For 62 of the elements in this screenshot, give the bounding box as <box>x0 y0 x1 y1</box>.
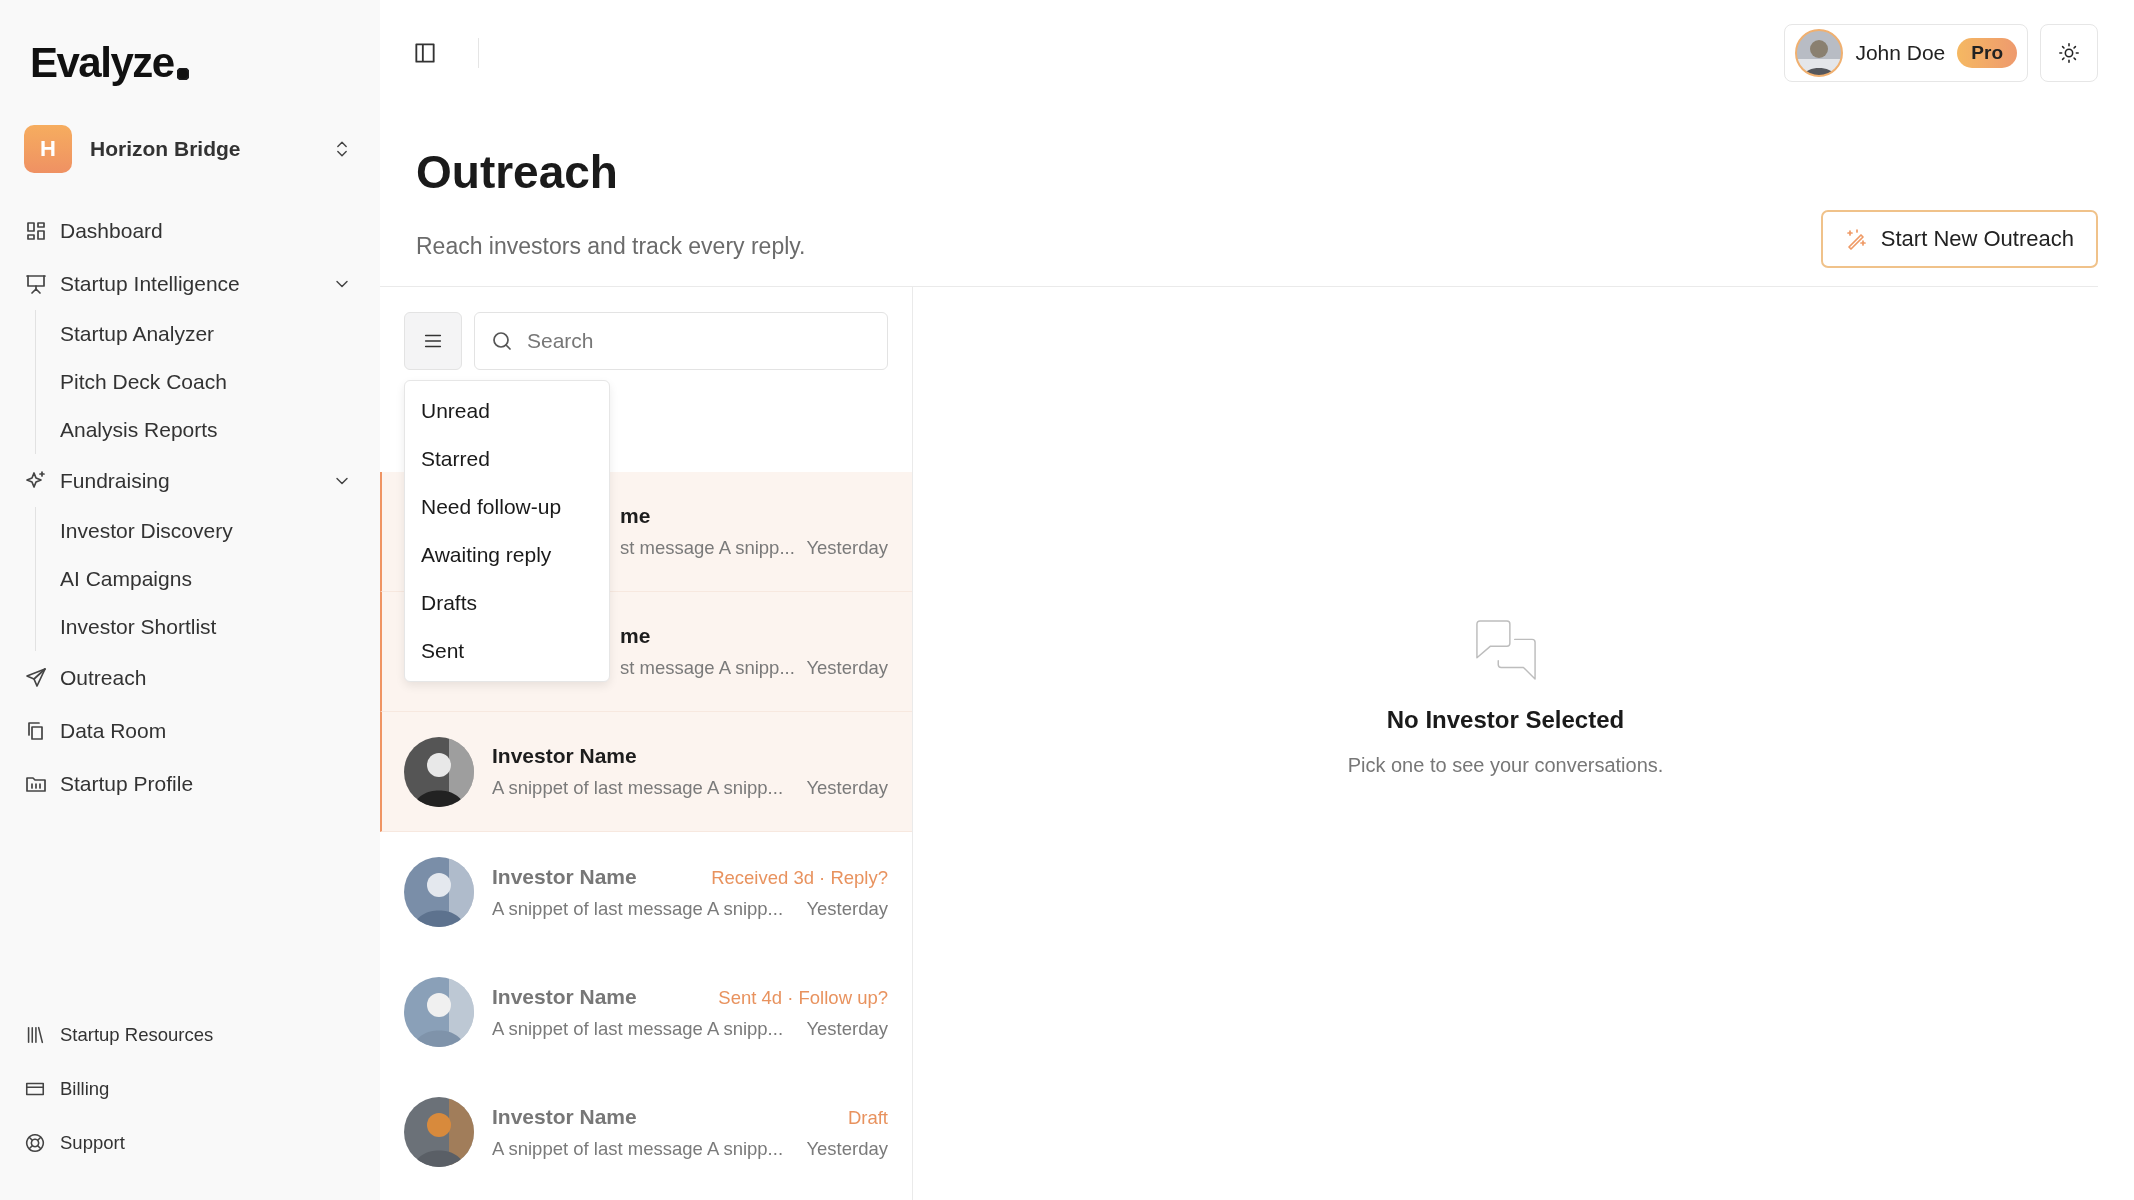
workspace-switcher[interactable]: H Horizon Bridge <box>24 124 356 174</box>
message-time: Yesterday <box>806 1017 888 1040</box>
message-time: Yesterday <box>806 897 888 920</box>
start-outreach-button[interactable]: Start New Outreach <box>1820 210 2098 268</box>
conversation-row[interactable]: Investor Name A snippet of last message A snipp... Yesterday <box>380 712 912 832</box>
chat-bubbles-icon <box>1473 620 1538 682</box>
nav-item[interactable]: Dashboard <box>24 204 356 257</box>
message-snippet: st message A snipp... <box>620 537 795 559</box>
filter-option[interactable]: Need follow-up <box>405 483 609 531</box>
sun-icon <box>2058 41 2080 64</box>
filter-option[interactable]: Awaiting reply <box>405 531 609 579</box>
message-time: Yesterday <box>806 777 888 799</box>
nav-item[interactable]: Startup Intelligence <box>24 257 356 310</box>
nav-subitem[interactable]: Investor Shortlist <box>60 603 356 651</box>
nav-subitem[interactable]: Pitch Deck Coach <box>60 358 356 406</box>
nav-item[interactable]: Outreach <box>24 651 356 704</box>
nav-subitem[interactable]: Investor Discovery <box>60 507 356 555</box>
message-snippet: A snippet of last message A snipp... <box>492 1017 784 1040</box>
lifebuoy-icon <box>24 1132 46 1154</box>
page-title: Outreach <box>416 145 619 199</box>
message-time: Yesterday <box>806 537 888 559</box>
user-menu[interactable]: John Doe Pro <box>1784 23 2028 82</box>
empty-state-title: No Investor Selected <box>1386 706 1625 734</box>
conversation-row[interactable]: Investor Name Sent 4d · Follow up? A snippet of last message A snipp... Yesterday <box>380 952 912 1072</box>
nav-subitem[interactable]: AI Campaigns <box>60 555 356 603</box>
filter-option[interactable]: Unread <box>405 387 609 435</box>
message-snippet: A snippet of last message A snipp... <box>492 777 784 799</box>
nav-item[interactable]: Billing <box>24 1062 356 1116</box>
filter-option[interactable]: Sent <box>405 627 609 675</box>
investor-name: Investor Name <box>492 864 637 889</box>
status-text: Received 3d · Reply? <box>711 866 888 889</box>
investor-name: Investor Name <box>492 744 637 768</box>
empty-state-text: Pick one to see your conversations. <box>1347 754 1664 777</box>
message-time: Yesterday <box>806 657 888 679</box>
message-snippet: A snippet of last message A snipp... <box>492 1137 784 1160</box>
message-time: Yesterday <box>806 1137 888 1160</box>
theme-toggle-button[interactable] <box>2040 23 2098 82</box>
message-snippet: st message A snipp... <box>620 657 795 679</box>
workspace-avatar: H <box>24 125 72 173</box>
investor-name: Investor Name <box>492 1104 637 1129</box>
magic-wand-icon <box>1844 227 1869 251</box>
status-text: Sent 4d · Follow up? <box>718 986 888 1009</box>
page-subtitle: Reach investors and track every reply. <box>416 233 806 260</box>
nav-item[interactable]: Support <box>24 1116 356 1170</box>
investor-name: me <box>620 504 651 528</box>
send-icon <box>24 665 48 690</box>
conversation-row[interactable]: Investor Name Received 3d · Reply? A snippet of last message A snipp... Yesterday <box>380 832 912 952</box>
conversation-row[interactable]: Investor Name Draft A snippet of last message A snipp... Yesterday <box>380 1072 912 1192</box>
status-text: Draft <box>847 1106 888 1129</box>
logo: Evalyze <box>30 42 174 84</box>
message-snippet: A snippet of last message A snipp... <box>492 897 784 920</box>
search-field[interactable]: Search <box>474 312 888 370</box>
nav-item[interactable]: Fundraising <box>24 454 356 507</box>
nav-item[interactable]: Data Room <box>24 704 356 757</box>
investor-name: me <box>620 624 651 648</box>
plan-badge: Pro <box>1957 37 2017 68</box>
nav-item[interactable]: Startup Resources <box>24 1008 356 1062</box>
nav-item[interactable]: Startup Profile <box>24 757 356 810</box>
nav-subitem[interactable]: Startup Analyzer <box>60 310 356 358</box>
nav-subitem[interactable]: Analysis Reports <box>60 406 356 454</box>
investor-name: Investor Name <box>492 984 637 1009</box>
search-icon <box>490 329 514 353</box>
